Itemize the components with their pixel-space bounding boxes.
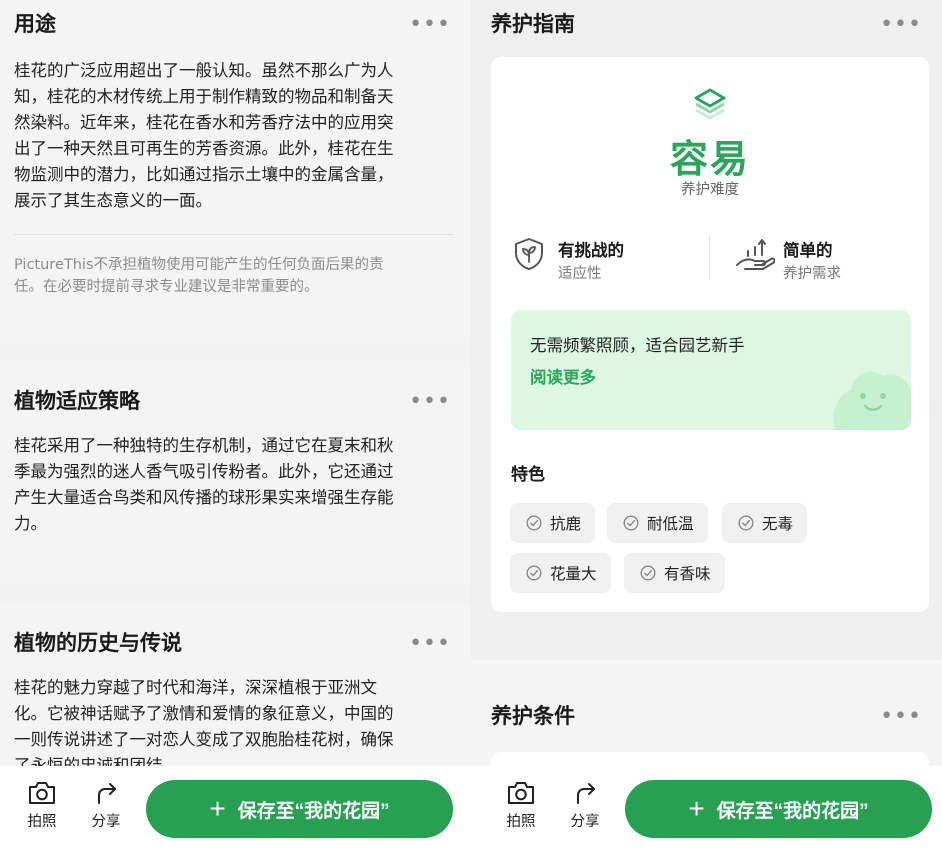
save-label: 保存至“我的花园” xyxy=(716,800,869,822)
care-guide-title: 养护指南 xyxy=(491,12,575,36)
bottom-action-bar: 拍照 分享 + 保存至“我的花园” xyxy=(471,766,942,852)
feature-chip: 无毒 xyxy=(722,503,808,543)
adaptability-label: 适应性 xyxy=(558,266,602,282)
features-title: 特色 xyxy=(511,465,545,485)
share-button[interactable]: 分享 xyxy=(565,780,605,831)
share-icon xyxy=(98,783,116,804)
plus-icon: + xyxy=(688,793,705,824)
adaptability-value: 有挑战的 xyxy=(558,241,624,260)
feature-chip: 耐低温 xyxy=(607,503,708,543)
left-pane: 用途 ••• 桂花的广泛应用超出了一般认知。虽然不那么广为人 知，桂花的木材传统… xyxy=(0,0,471,852)
share-label: 分享 xyxy=(91,814,121,830)
check-circle-icon xyxy=(623,515,639,531)
section-body: 桂花的广泛应用超出了一般认知。虽然不那么广为人 知，桂花的木材传统上用于制作精致… xyxy=(14,61,394,210)
check-circle-icon xyxy=(640,565,656,581)
care-guide-card: 容易 养护难度 有挑战的 适应性 简单的 养护需求 无需频繁照顾，适合园艺新手 … xyxy=(491,57,929,612)
care-needs-label: 养护需求 xyxy=(783,266,841,282)
difficulty-label: 养护难度 xyxy=(681,182,739,198)
section-title: 用途 xyxy=(14,12,56,36)
conditions-title: 养护条件 xyxy=(491,704,575,728)
feature-chip: 花量大 xyxy=(510,553,611,593)
section-title: 植物适应策略 xyxy=(14,389,140,413)
divider xyxy=(14,234,454,235)
camera-label: 拍照 xyxy=(506,814,536,830)
difficulty-value: 容易 xyxy=(669,137,750,181)
bottom-action-bar: 拍照 分享 + 保存至“我的花园” xyxy=(0,766,471,852)
share-icon xyxy=(577,783,595,804)
feature-chip: 有香味 xyxy=(624,553,725,593)
save-to-garden-button[interactable]: + 保存至“我的花园” xyxy=(625,780,932,838)
right-pane: 养护指南 ••• 容易 养护难度 有挑战的 适应性 简单的 养护需求 无需频繁照… xyxy=(471,0,942,852)
more-options-icon[interactable]: ••• xyxy=(880,706,922,728)
more-options-icon[interactable]: ••• xyxy=(409,391,451,413)
section-title: 植物的历史与传说 xyxy=(14,631,182,655)
share-button[interactable]: 分享 xyxy=(86,780,126,831)
check-circle-icon xyxy=(738,515,754,531)
section-body: 桂花的魅力穿越了时代和海洋，深深植根于亚洲文 化。它被神话赋予了激情和爱情的象征… xyxy=(14,678,394,775)
note-text: 无需频繁照顾，适合园艺新手 xyxy=(530,336,745,355)
uses-section: 用途 ••• 桂花的广泛应用超出了一般认知。虽然不那么广为人 知，桂花的木材传统… xyxy=(0,0,471,343)
divider xyxy=(709,235,710,279)
plus-icon: + xyxy=(209,793,226,824)
save-to-garden-button[interactable]: + 保存至“我的花园” xyxy=(146,780,453,838)
camera-button[interactable]: 拍照 xyxy=(22,780,62,831)
camera-button[interactable]: 拍照 xyxy=(501,780,541,831)
feature-chip: 抗鹿 xyxy=(510,503,596,543)
camera-icon xyxy=(29,782,55,804)
read-more-link[interactable]: 阅读更多 xyxy=(530,364,596,388)
section-body: 桂花采用了一种独特的生存机制，通过它在夏末和秋 季最为强烈的迷人香气吸引传粉者。… xyxy=(14,436,394,533)
smiley-plant-icon xyxy=(833,371,911,430)
beginner-note: 无需频繁照顾，适合园艺新手 阅读更多 xyxy=(511,310,911,430)
check-circle-icon xyxy=(526,565,542,581)
check-circle-icon xyxy=(526,515,542,531)
shield-leaf-icon xyxy=(515,238,543,270)
more-options-icon[interactable]: ••• xyxy=(880,14,922,36)
more-options-icon[interactable]: ••• xyxy=(409,633,451,655)
care-needs-value: 简单的 xyxy=(783,241,833,260)
save-label: 保存至“我的花园” xyxy=(237,800,390,822)
camera-icon xyxy=(508,782,534,804)
layers-difficulty-icon xyxy=(694,88,726,120)
hand-growth-icon xyxy=(736,239,775,270)
adaptation-section: 植物适应策略 ••• 桂花采用了一种独特的生存机制，通过它在夏末和秋 季最为强烈… xyxy=(0,361,471,585)
disclaimer: PictureThis不承担植物使用可能产生的任何负面后果的责 任。在必要时提前… xyxy=(14,257,384,295)
share-label: 分享 xyxy=(570,814,600,830)
more-options-icon[interactable]: ••• xyxy=(409,14,451,36)
camera-label: 拍照 xyxy=(27,814,57,830)
